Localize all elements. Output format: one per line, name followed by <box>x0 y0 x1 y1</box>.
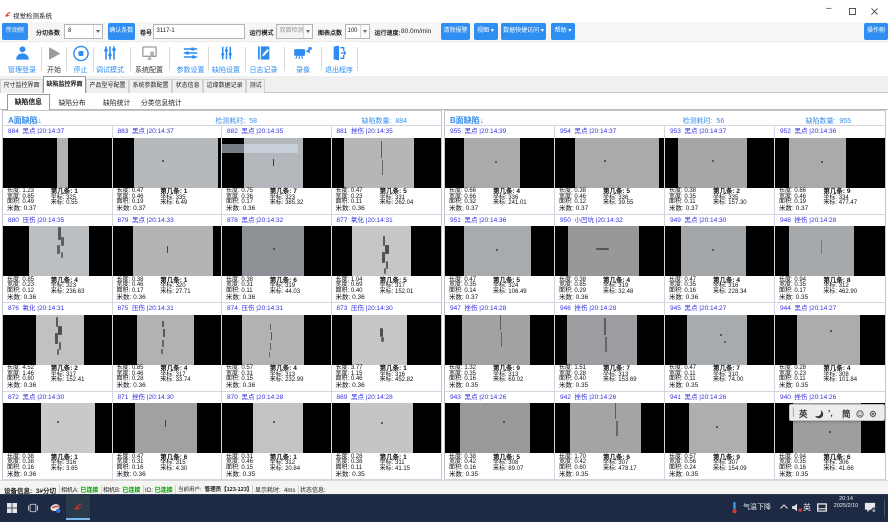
svg-text:6: 6 <box>873 508 876 513</box>
